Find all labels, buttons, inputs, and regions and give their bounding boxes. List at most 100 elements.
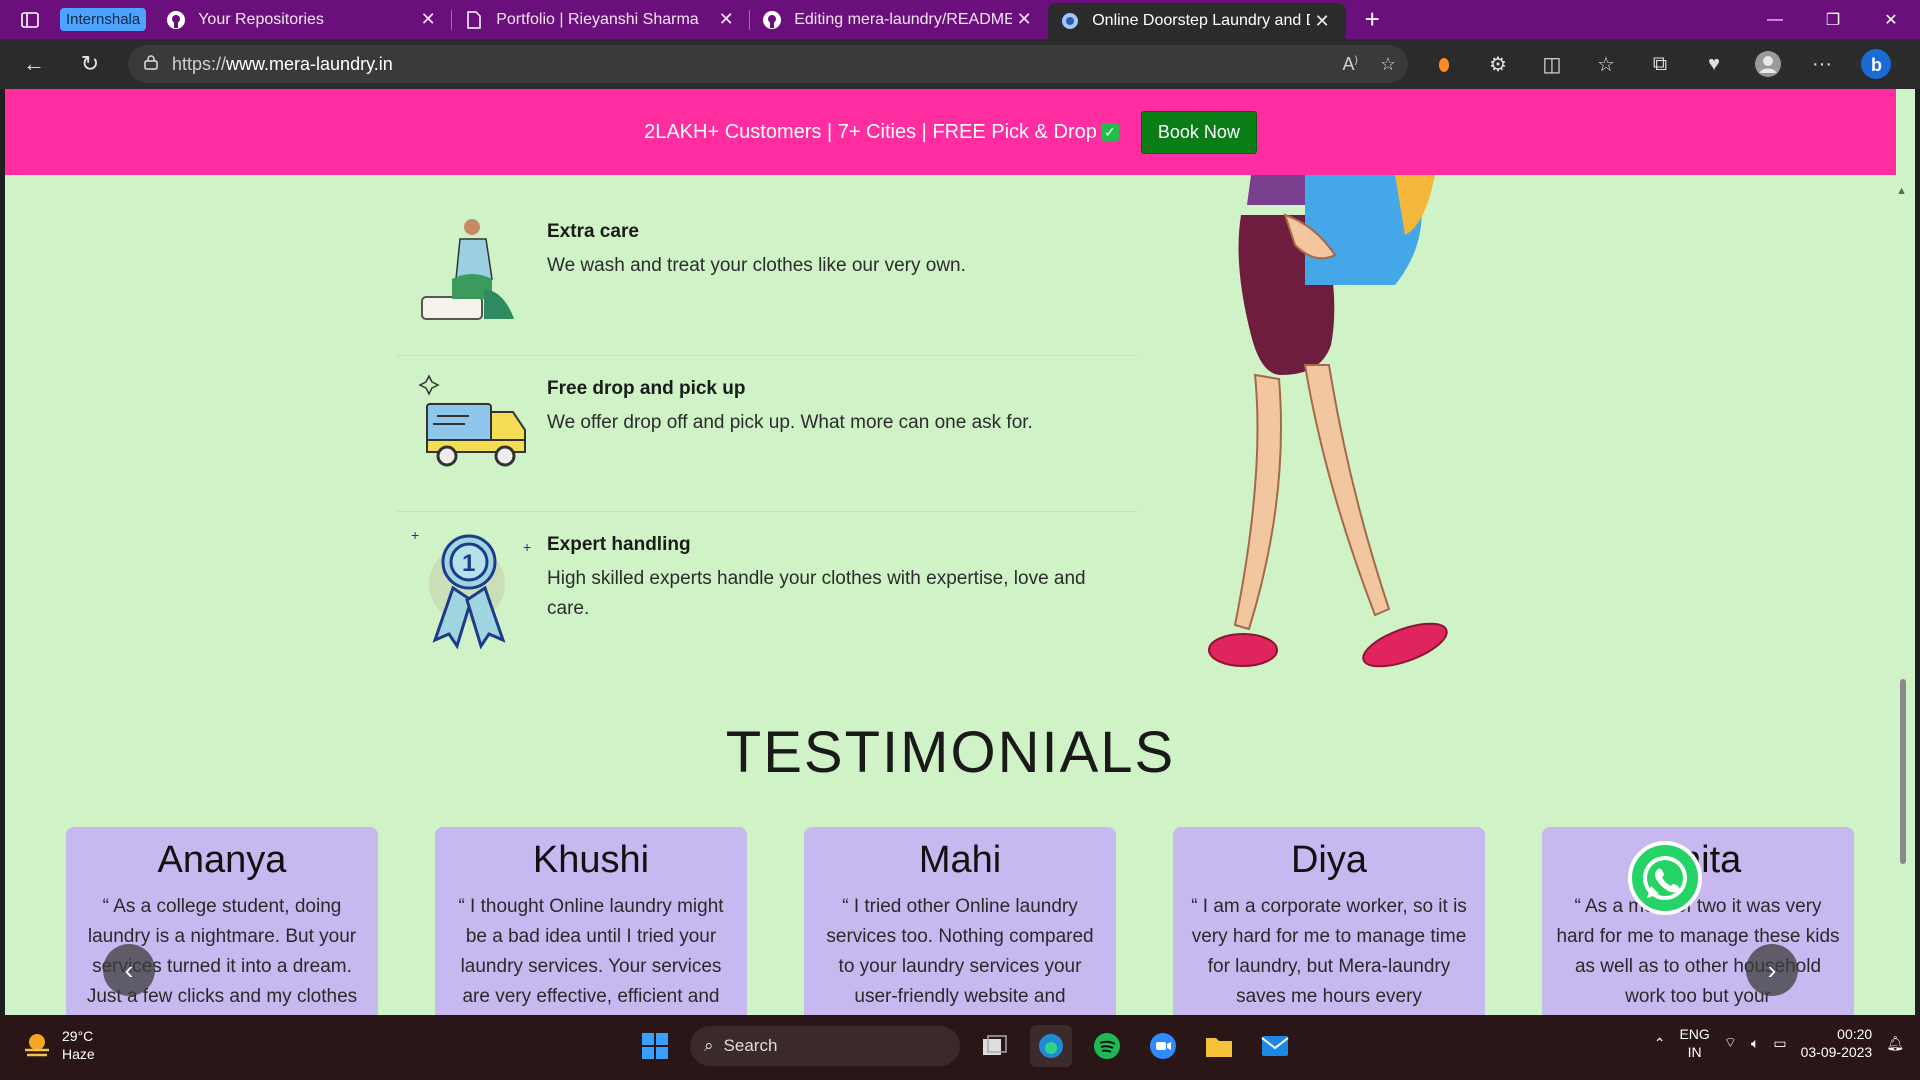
promo-banner: 2LAKH+ Customers | 7+ Cities | FREE Pick… (5, 89, 1896, 175)
testimonial-card: Diya “ I am a corporate worker, so it is… (1173, 827, 1485, 1015)
medal-icon: 1 + + (397, 522, 547, 652)
testimonial-name: Khushi (532, 839, 650, 881)
collections-icon[interactable]: ⧉ (1642, 46, 1678, 82)
testimonial-quote: “ As a mom of two it was very hard for m… (1556, 896, 1840, 1007)
divider (397, 355, 1137, 356)
testimonial-name: Ananya (157, 839, 287, 881)
wifi-icon[interactable]: ⌔ (1724, 1034, 1737, 1052)
extensions-icon[interactable]: ⚙ (1480, 46, 1516, 82)
svg-text:+: + (411, 527, 419, 543)
language-indicator[interactable]: ENG IN (1679, 1025, 1709, 1061)
tab-actions-icon[interactable] (0, 0, 60, 39)
testimonial-name: Diya (1290, 839, 1368, 881)
windows-start-icon[interactable] (634, 1025, 676, 1067)
profile-avatar-icon[interactable] (1750, 46, 1786, 82)
promo-text: 2LAKH+ Customers | 7+ Cities | FREE Pick… (644, 121, 1119, 144)
tab-mera-laundry[interactable]: Online Doorstep Laundry and Dry Cleaning… (1048, 3, 1347, 39)
taskbar-apps: ⌕ Search (634, 1025, 1296, 1067)
carousel-next-button[interactable]: › (1746, 944, 1798, 996)
feature-extra-care: Extra care We wash and treat your clothe… (397, 209, 1137, 365)
testimonial-quote: “ I thought Online laundry might be a ba… (458, 896, 724, 1007)
zoom-icon[interactable] (1142, 1025, 1184, 1067)
feature-title: Expert handling (547, 534, 691, 555)
whatsapp-icon (1643, 856, 1687, 900)
washing-person-icon (397, 209, 547, 339)
battery-icon[interactable]: ▭ (1773, 1035, 1786, 1052)
svg-text:+: + (523, 539, 531, 555)
browser-tab-strip: Internshala Your Repositories ✕ Portfoli… (0, 0, 1920, 39)
chevron-up-icon[interactable]: ⌃ (1654, 1035, 1666, 1052)
testimonial-quote: “ I tried other Online laundry services … (826, 896, 1094, 1007)
testimonials-title: TESTIMONIALS (725, 720, 1176, 785)
tab-group-label[interactable]: Internshala (60, 8, 147, 31)
whatsapp-chat-button[interactable] (1628, 841, 1702, 915)
tab-portfolio[interactable]: Portfolio | Rieyanshi Sharma ✕ (452, 0, 751, 39)
weather-widget[interactable]: 29°C Haze (22, 1027, 95, 1063)
feature-free-pickup: Free drop and pick up We offer drop off … (397, 366, 1137, 522)
file-explorer-icon[interactable] (1198, 1025, 1240, 1067)
performance-icon[interactable]: ♥ (1696, 46, 1732, 82)
search-icon: ⌕ (704, 1036, 714, 1055)
taskbar-search[interactable]: ⌕ Search (690, 1026, 960, 1066)
feature-desc: High skilled experts handle your clothes… (547, 568, 1086, 619)
page-scrollbar[interactable]: ▲ ▼ (1896, 89, 1915, 1015)
tab-editing-readme[interactable]: Editing mera-laundry/README.md ✕ (750, 0, 1048, 39)
extension-icon[interactable] (1426, 46, 1462, 82)
tab-your-repositories[interactable]: Your Repositories ✕ (154, 0, 453, 39)
split-screen-icon[interactable]: ◫ (1534, 46, 1570, 82)
document-icon (464, 10, 484, 30)
testimonial-quote: “ I am a corporate worker, so it is very… (1191, 896, 1467, 1007)
haze-icon (25, 1034, 49, 1057)
favorites-icon[interactable]: ☆ (1588, 46, 1624, 82)
feature-desc: We wash and treat your clothes like our … (547, 255, 966, 276)
close-icon[interactable]: ✕ (1310, 11, 1334, 32)
svg-text:b: b (1871, 55, 1882, 75)
refresh-icon[interactable]: ↻ (62, 39, 118, 89)
edge-browser-icon[interactable] (1030, 1025, 1072, 1067)
testimonial-card: Mahi “ I tried other Online laundry serv… (804, 827, 1116, 1015)
close-icon[interactable]: ✕ (1012, 9, 1036, 30)
tab-title: Online Doorstep Laundry and Dry Cleaning (1092, 12, 1310, 29)
browser-toolbar: ← ↻ https://www.mera-laundry.in A) ☆ ⚙ ◫… (0, 39, 1920, 89)
task-view-icon[interactable] (974, 1025, 1016, 1067)
volume-icon[interactable]: 🔈︎ (1751, 1035, 1759, 1052)
bing-copilot-icon[interactable]: b (1858, 46, 1894, 82)
minimize-icon[interactable]: — (1746, 0, 1804, 39)
divider (397, 511, 1137, 512)
book-now-button[interactable]: Book Now (1140, 110, 1257, 154)
close-icon[interactable]: ✕ (714, 9, 738, 30)
windows-taskbar: 29°C Haze ⌕ Search ⌃ ENG IN ⌔ 🔈︎ ▭ 00:20 03… (0, 1015, 1920, 1080)
tab-title: Portfolio | Rieyanshi Sharma (496, 10, 699, 28)
back-icon[interactable]: ← (6, 39, 62, 89)
close-icon[interactable]: ✕ (416, 9, 440, 30)
laundry-woman-illustration (1195, 175, 1525, 700)
mail-icon[interactable] (1254, 1025, 1296, 1067)
clock[interactable]: 00:20 03-09-2023 (1801, 1025, 1873, 1061)
scroll-thumb[interactable] (1900, 679, 1906, 864)
feature-title: Extra care (547, 221, 639, 242)
scroll-up-icon[interactable]: ▲ (1896, 185, 1907, 197)
close-window-icon[interactable]: ✕ (1862, 0, 1920, 39)
weather-desc: Haze (62, 1046, 95, 1062)
address-bar[interactable]: https://www.mera-laundry.in A) ☆ (128, 45, 1408, 83)
restore-icon[interactable]: ❐ (1804, 0, 1862, 39)
feature-title: Free drop and pick up (547, 378, 746, 399)
github-icon (166, 10, 186, 30)
web-page[interactable]: 2LAKH+ Customers | 7+ Cities | FREE Pick… (5, 89, 1896, 1015)
read-aloud-icon[interactable]: A) (1343, 54, 1358, 75)
carousel-prev-button[interactable]: ‹ (103, 944, 155, 996)
svg-text:1: 1 (462, 550, 475, 577)
favorite-star-icon[interactable]: ☆ (1380, 54, 1396, 75)
new-tab-button[interactable]: + (1352, 0, 1392, 39)
system-tray: ⌃ ENG IN ⌔ 🔈︎ ▭ 00:20 03-09-2023 🔔︎ (1654, 1025, 1904, 1061)
feature-expert-handling: 1 + + Expert handling High skilled exper… (397, 522, 1137, 678)
testimonial-name: Mahi (918, 839, 1002, 881)
check-icon: ✓ (1100, 123, 1119, 142)
more-options-icon[interactable]: ··· (1804, 46, 1840, 82)
delivery-truck-icon (397, 366, 547, 496)
notification-icon[interactable]: 🔔︎ (1886, 1035, 1904, 1052)
lock-icon[interactable] (144, 54, 158, 75)
testimonial-card: Anita “ As a mom of two it was very hard… (1542, 827, 1854, 1015)
search-label: Search (723, 1036, 778, 1055)
spotify-icon[interactable] (1086, 1025, 1128, 1067)
